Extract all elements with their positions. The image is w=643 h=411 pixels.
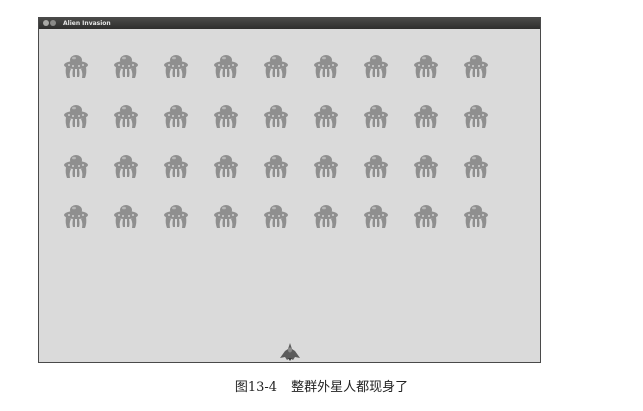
figure-number: 图13-4 bbox=[234, 380, 278, 395]
alien-ufo-icon bbox=[364, 155, 388, 178]
alien-ufo-icon bbox=[264, 205, 288, 228]
alien-ufo-icon bbox=[314, 105, 338, 128]
alien-ufo-icon bbox=[114, 55, 138, 78]
alien-ufo-icon bbox=[164, 155, 188, 178]
alien-ufo-icon bbox=[364, 205, 388, 228]
game-window: Alien Invasion bbox=[38, 17, 541, 363]
close-button[interactable] bbox=[43, 20, 49, 26]
player-ship-icon bbox=[280, 343, 300, 361]
caption-text: 整群外星人都现身了 bbox=[291, 380, 409, 395]
alien-ufo-icon bbox=[114, 105, 138, 128]
alien-ufo-icon bbox=[264, 105, 288, 128]
alien-ufo-icon bbox=[164, 55, 188, 78]
alien-ufo-icon bbox=[64, 155, 88, 178]
alien-ufo-icon bbox=[314, 55, 338, 78]
alien-ufo-icon bbox=[314, 205, 338, 228]
alien-ufo-icon bbox=[464, 55, 488, 78]
window-titlebar[interactable]: Alien Invasion bbox=[39, 18, 540, 29]
alien-ufo-icon bbox=[364, 105, 388, 128]
alien-ufo-icon bbox=[64, 105, 88, 128]
alien-ufo-icon bbox=[314, 155, 338, 178]
alien-ufo-icon bbox=[214, 105, 238, 128]
alien-ufo-icon bbox=[414, 155, 438, 178]
alien-ufo-icon bbox=[64, 205, 88, 228]
alien-ufo-icon bbox=[264, 155, 288, 178]
alien-ufo-icon bbox=[414, 55, 438, 78]
game-screen bbox=[39, 29, 540, 362]
alien-fleet bbox=[63, 53, 489, 229]
alien-ufo-icon bbox=[264, 55, 288, 78]
alien-ufo-icon bbox=[464, 155, 488, 178]
figure-caption: 图13-4 整群外星人都现身了 bbox=[0, 376, 643, 395]
alien-ufo-icon bbox=[464, 205, 488, 228]
alien-ufo-icon bbox=[414, 205, 438, 228]
window-title: Alien Invasion bbox=[63, 20, 111, 27]
alien-ufo-icon bbox=[464, 105, 488, 128]
alien-ufo-icon bbox=[214, 55, 238, 78]
alien-ufo-icon bbox=[414, 105, 438, 128]
alien-ufo-icon bbox=[114, 205, 138, 228]
alien-ufo-icon bbox=[164, 205, 188, 228]
alien-ufo-icon bbox=[114, 155, 138, 178]
minimize-button[interactable] bbox=[50, 20, 56, 26]
alien-ufo-icon bbox=[214, 155, 238, 178]
alien-ufo-icon bbox=[164, 105, 188, 128]
alien-ufo-icon bbox=[64, 55, 88, 78]
alien-ufo-icon bbox=[364, 55, 388, 78]
alien-ufo-icon bbox=[214, 205, 238, 228]
